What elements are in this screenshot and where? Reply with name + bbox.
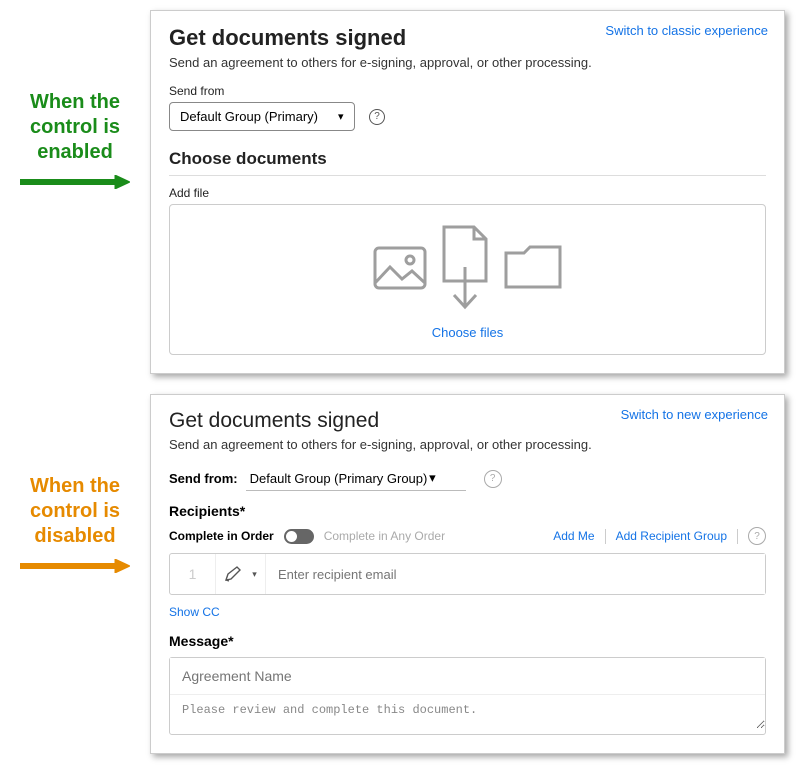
add-file-label: Add file xyxy=(169,186,766,200)
page-subtitle: Send an agreement to others for e-signin… xyxy=(169,55,766,70)
send-from-value: Default Group (Primary Group) xyxy=(250,471,428,486)
complete-any-order-label: Complete in Any Order xyxy=(324,529,445,543)
dropzone-icons xyxy=(180,225,755,311)
help-icon[interactable]: ? xyxy=(369,109,385,125)
annotation-disabled: When the control is disabled xyxy=(0,394,150,580)
image-icon xyxy=(372,245,428,291)
choose-files-link[interactable]: Choose files xyxy=(432,325,504,340)
folder-icon xyxy=(502,243,564,293)
divider xyxy=(737,529,738,544)
send-from-value: Default Group (Primary) xyxy=(180,109,318,124)
page-subtitle: Send an agreement to others for e-signin… xyxy=(169,437,766,452)
message-box xyxy=(169,657,766,735)
arrow-right-icon xyxy=(20,175,130,189)
switch-new-link[interactable]: Switch to new experience xyxy=(621,407,768,422)
panel-enabled: Switch to classic experience Get documen… xyxy=(150,10,785,374)
recipient-role-select[interactable]: ▾ xyxy=(216,554,266,594)
complete-in-order-label: Complete in Order xyxy=(169,529,274,543)
divider xyxy=(605,529,606,544)
chevron-down-icon: ▾ xyxy=(338,110,344,123)
panel-disabled: Switch to new experience Get documents s… xyxy=(150,394,785,754)
annotation-disabled-text: When the control is disabled xyxy=(30,475,120,547)
show-cc-link[interactable]: Show CC xyxy=(169,605,220,619)
order-toggle[interactable] xyxy=(284,529,314,544)
send-from-select[interactable]: Default Group (Primary) ▾ xyxy=(169,102,355,131)
send-from-label: Send from: xyxy=(169,471,238,486)
message-label: Message* xyxy=(169,633,766,649)
pen-icon xyxy=(224,565,250,583)
chevron-down-icon: ▾ xyxy=(252,569,257,580)
add-me-link[interactable]: Add Me xyxy=(553,529,594,543)
switch-classic-link[interactable]: Switch to classic experience xyxy=(605,23,768,38)
message-textarea[interactable] xyxy=(170,695,765,729)
agreement-name-input[interactable] xyxy=(170,658,765,695)
file-download-icon xyxy=(438,225,492,311)
add-recipient-group-link[interactable]: Add Recipient Group xyxy=(616,529,727,543)
send-from-label: Send from xyxy=(169,84,766,98)
annotation-enabled-text: When the control is enabled xyxy=(30,91,120,163)
help-icon[interactable]: ? xyxy=(484,470,502,488)
arrow-right-icon xyxy=(20,559,130,573)
caret-down-icon: ▾ xyxy=(429,470,436,486)
send-from-select[interactable]: Default Group (Primary Group) ▾ xyxy=(246,466,466,491)
choose-documents-heading: Choose documents xyxy=(169,149,766,176)
recipient-number: 1 xyxy=(170,554,216,594)
recipients-label: Recipients* xyxy=(169,503,766,519)
help-icon[interactable]: ? xyxy=(748,527,766,545)
annotation-enabled: When the control is enabled xyxy=(0,10,150,196)
recipient-email-input[interactable] xyxy=(266,554,765,594)
file-dropzone[interactable]: Choose files xyxy=(169,204,766,355)
recipient-row: 1 ▾ xyxy=(169,553,766,595)
